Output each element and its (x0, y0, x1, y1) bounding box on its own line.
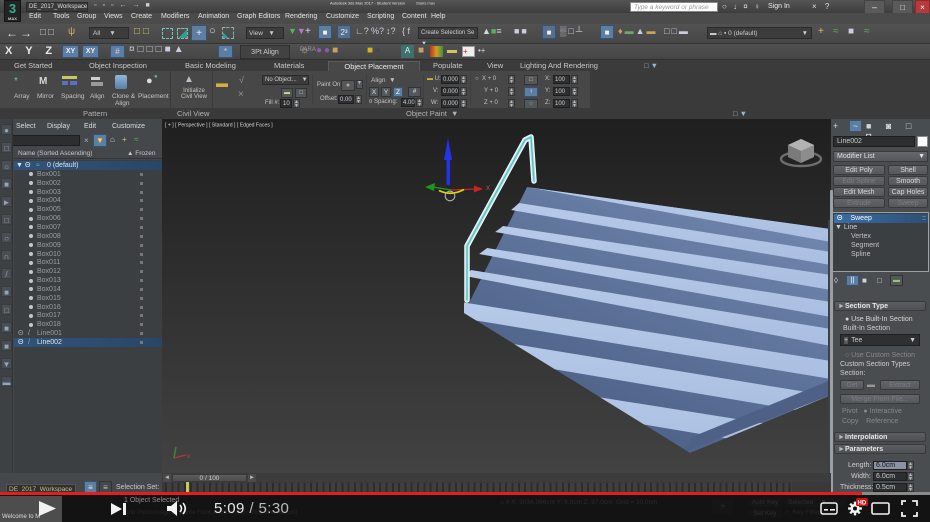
svg-text:X: X (486, 186, 490, 192)
svg-text:HD: HD (858, 501, 867, 507)
svg-text:5:09 / 5:30: 5:09 / 5:30 (214, 500, 289, 517)
svg-text:x: x (187, 454, 190, 460)
